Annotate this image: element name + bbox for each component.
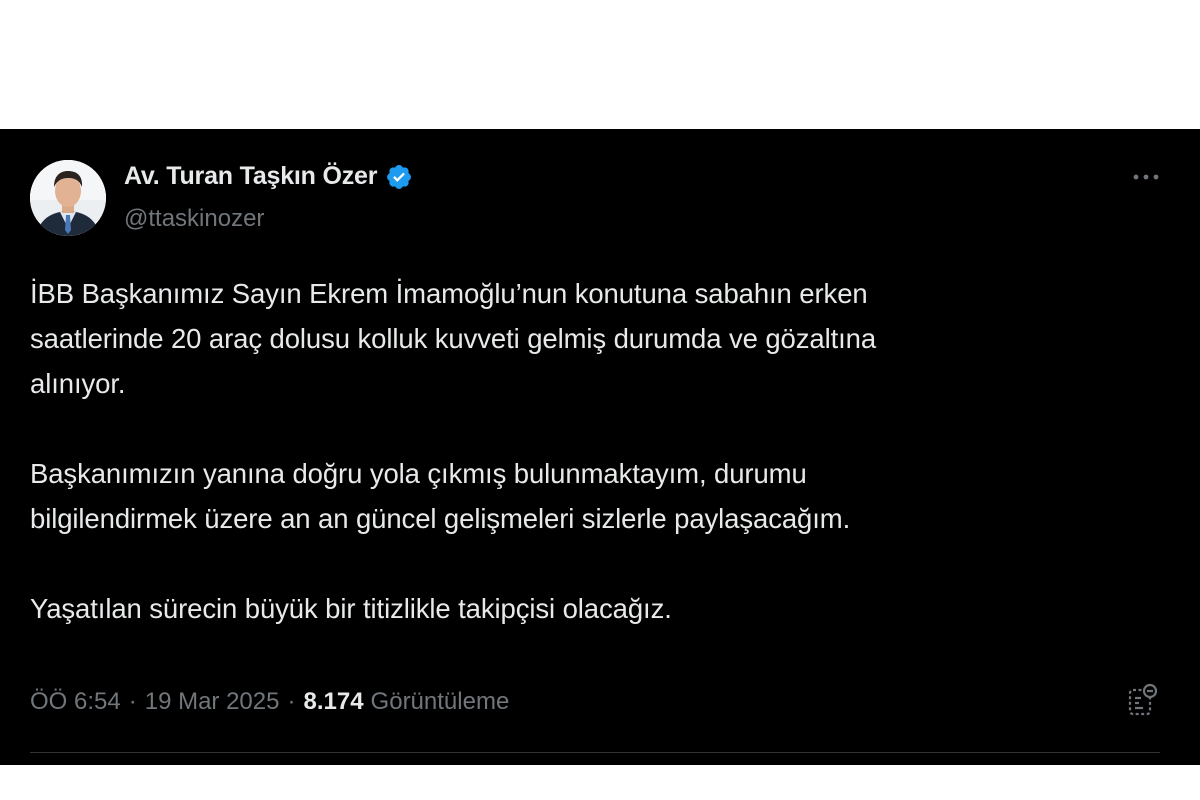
author-display-name[interactable]: Av. Turan Taşkın Özer: [124, 162, 377, 191]
tweet-paragraph: Başkanımızın yanına doğru yola çıkmış bu…: [30, 458, 851, 534]
tweet-date[interactable]: 19 Mar 2025: [145, 688, 280, 716]
divider: [30, 752, 1160, 753]
meta-separator: ·: [128, 688, 137, 715]
author-name-row[interactable]: Av. Turan Taşkın Özer: [124, 162, 413, 191]
views-label: Görüntüleme: [370, 688, 510, 715]
verified-badge-icon: [385, 163, 413, 191]
tweet-paragraph: Yaşatılan sürecin büyük bir titizlikle t…: [30, 593, 672, 624]
more-options-icon[interactable]: [1128, 165, 1164, 189]
tweet-card: Av. Turan Taşkın Özer @ttaskinozer İBB B…: [0, 129, 1200, 765]
tweet-paragraph: İBB Başkanımız Sayın Ekrem İmamoğlu’nun …: [30, 278, 877, 399]
avatar[interactable]: [30, 160, 106, 236]
views-count: 8.174: [303, 688, 364, 715]
meta-separator: ·: [287, 688, 296, 715]
author-handle[interactable]: @ttaskinozer: [124, 205, 264, 233]
avatar-photo-icon: [30, 160, 106, 236]
analytics-icon[interactable]: [1124, 682, 1160, 718]
tweet-text: İBB Başkanımız Sayın Ekrem İmamoğlu’nun …: [30, 271, 1150, 631]
tweet-meta: ÖÖ 6:54 · 19 Mar 2025 · 8.174 Görüntülem…: [30, 688, 509, 716]
tweet-time[interactable]: ÖÖ 6:54: [30, 688, 121, 716]
